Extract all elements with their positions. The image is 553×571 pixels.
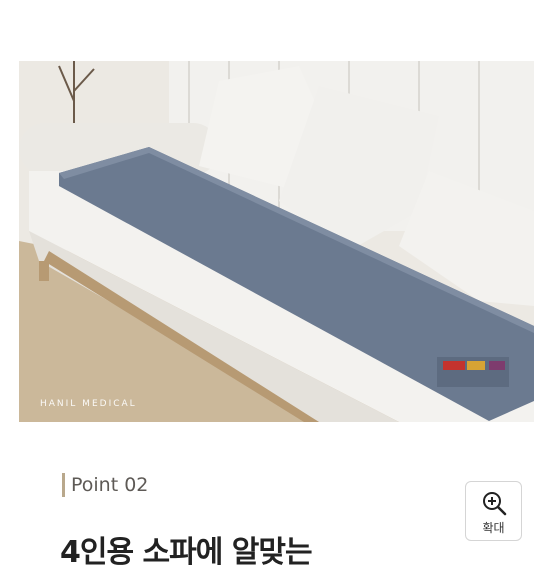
section-point-label: Point 02 (62, 472, 148, 498)
watermark-text: HANIL MEDICAL (40, 399, 137, 409)
point-label-accent-bar (62, 473, 65, 497)
point-label-text: Point 02 (71, 474, 149, 496)
product-image: HANIL MEDICAL (19, 61, 534, 422)
zoom-in-icon (481, 490, 507, 516)
zoom-button-label: 확대 (482, 521, 505, 535)
zoom-button[interactable]: 확대 (465, 481, 522, 541)
sofa-scene-illustration (19, 61, 534, 422)
section-headline: 4인용 소파에 알맞는 (60, 535, 313, 570)
